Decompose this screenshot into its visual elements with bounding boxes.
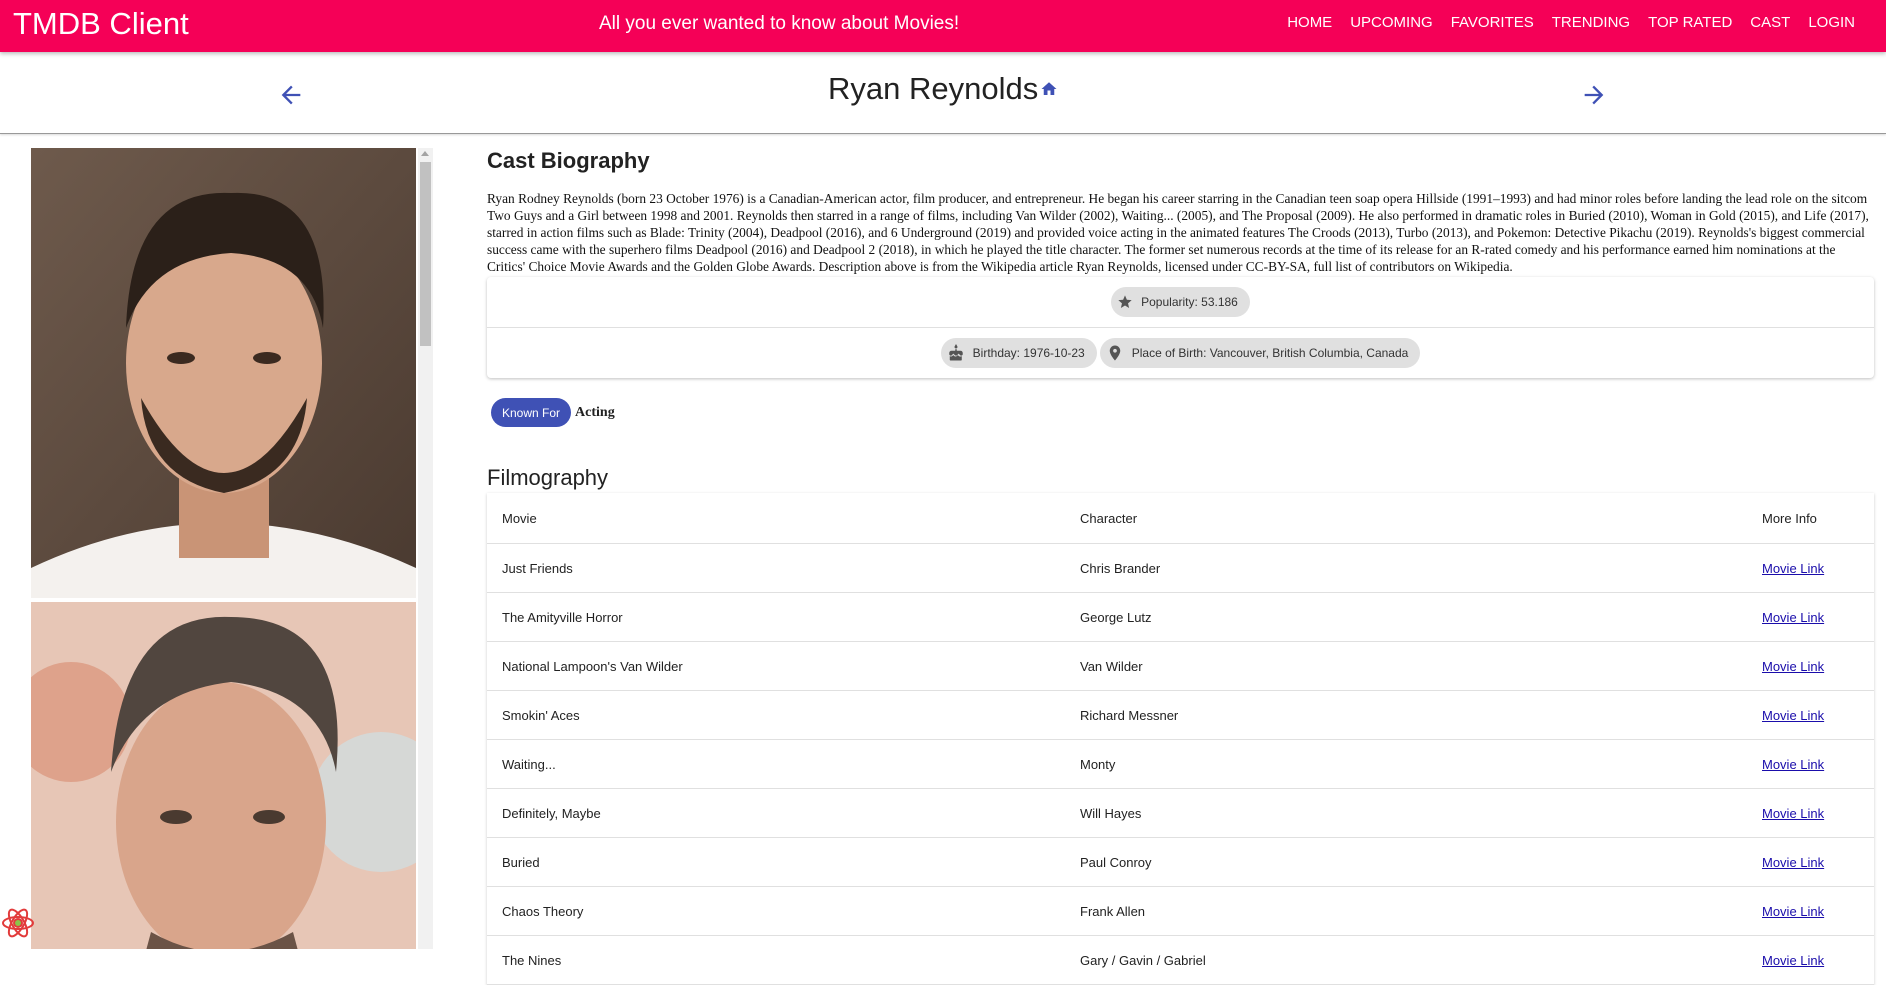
more-info-cell: Movie Link <box>1747 837 1874 887</box>
react-devtools-icon[interactable] <box>0 905 36 941</box>
nav-favorites[interactable]: Favorites <box>1442 14 1543 32</box>
character-cell: Chris Brander <box>1065 543 1747 593</box>
place-of-birth-chip: Place of Birth: Vancouver, British Colum… <box>1099 338 1421 368</box>
popularity-chip: Popularity: 53.186 <box>1111 287 1250 317</box>
character-cell: Monty <box>1065 739 1747 789</box>
character-cell: Will Hayes <box>1065 788 1747 838</box>
character-cell: Frank Allen <box>1065 886 1747 936</box>
character-cell: George Lutz <box>1065 592 1747 642</box>
table-row: Chaos Theory Frank Allen Movie Link <box>487 886 1874 936</box>
profile-photo[interactable] <box>31 148 416 598</box>
app-bar: TMDB Client All you ever wanted to know … <box>0 0 1886 52</box>
column-header-character: Character <box>1065 493 1747 544</box>
character-cell: Richard Messner <box>1065 690 1747 740</box>
filmography-table: Movie Character More Info Just Friends C… <box>487 493 1874 985</box>
movie-link[interactable]: Movie Link <box>1762 904 1824 919</box>
table-row: The Nines Gary / Gavin / Gabriel Movie L… <box>487 935 1874 985</box>
photo-scrollbar[interactable] <box>418 148 433 949</box>
movie-link[interactable]: Movie Link <box>1762 953 1824 968</box>
page-title: Ryan Reynolds <box>828 71 1039 106</box>
nav-login[interactable]: Login <box>1799 14 1864 32</box>
character-cell: Paul Conroy <box>1065 837 1747 887</box>
movie-cell: Waiting... <box>487 739 1065 789</box>
app-tagline: All you ever wanted to know about Movies… <box>599 13 960 34</box>
movie-cell: National Lampoon's Van Wilder <box>487 641 1065 691</box>
column-header-more-info: More Info <box>1747 493 1874 544</box>
character-cell: Van Wilder <box>1065 641 1747 691</box>
character-cell: Gary / Gavin / Gabriel <box>1065 935 1747 985</box>
more-info-cell: Movie Link <box>1747 641 1874 691</box>
movie-cell: The Nines <box>487 935 1065 985</box>
movie-link[interactable]: Movie Link <box>1762 659 1824 674</box>
nav-cast[interactable]: Cast <box>1741 14 1799 32</box>
movie-cell: Chaos Theory <box>487 886 1065 936</box>
birthday-chip: Birthday: 1976-10-23 <box>940 338 1097 368</box>
scrollbar-thumb[interactable] <box>420 162 431 346</box>
table-row: Waiting... Monty Movie Link <box>487 739 1874 789</box>
movie-link[interactable]: Movie Link <box>1762 561 1824 576</box>
nav-trending[interactable]: Trending <box>1543 14 1639 32</box>
nav-top-rated[interactable]: Top Rated <box>1639 14 1741 32</box>
birth-info-row: Birthday: 1976-10-23 Place of Birth: Van… <box>487 327 1874 378</box>
known-for-chip: Known For <box>491 398 572 427</box>
movie-cell: Smokin' Aces <box>487 690 1065 740</box>
home-icon[interactable] <box>1040 80 1058 98</box>
profile-photo[interactable] <box>31 602 416 949</box>
app-brand[interactable]: TMDB Client <box>13 6 189 42</box>
table-row: National Lampoon's Van Wilder Van Wilder… <box>487 641 1874 691</box>
movie-cell: Buried <box>487 837 1065 887</box>
known-for-value: Acting <box>575 404 615 420</box>
popularity-text: Popularity: 53.186 <box>1141 295 1238 309</box>
biography-text: Ryan Rodney Reynolds (born 23 October 19… <box>487 191 1869 274</box>
place-of-birth-text: Place of Birth: Vancouver, British Colum… <box>1131 346 1409 360</box>
cake-icon <box>948 344 963 361</box>
profile-image-list <box>31 148 416 949</box>
table-row: Definitely, Maybe Will Hayes Movie Link <box>487 788 1874 838</box>
main-nav: Home Upcoming Favorites Trending Top Rat… <box>1278 14 1864 32</box>
table-row: Smokin' Aces Richard Messner Movie Link <box>487 690 1874 740</box>
more-info-cell: Movie Link <box>1747 739 1874 789</box>
more-info-cell: Movie Link <box>1747 543 1874 593</box>
cast-details: Cast Biography Ryan Rodney Reynolds (bor… <box>487 148 1874 985</box>
birthday-text: Birthday: 1976-10-23 <box>972 346 1085 360</box>
nav-upcoming[interactable]: Upcoming <box>1341 14 1442 32</box>
table-header-row: Movie Character More Info <box>487 493 1874 544</box>
filmography-heading: Filmography <box>487 465 609 490</box>
details-panel: Popularity: 53.186 Birthday: 1976-10-23 … <box>487 277 1874 378</box>
arrow-left-icon[interactable] <box>277 81 305 109</box>
biography-heading: Cast Biography <box>487 148 650 173</box>
movie-cell: The Amityville Horror <box>487 592 1065 642</box>
popularity-row: Popularity: 53.186 <box>487 277 1874 327</box>
movie-link[interactable]: Movie Link <box>1762 708 1824 723</box>
movie-link[interactable]: Movie Link <box>1762 855 1824 870</box>
movie-link[interactable]: Movie Link <box>1762 806 1824 821</box>
column-header-movie: Movie <box>487 493 1065 544</box>
nav-home[interactable]: Home <box>1278 14 1341 32</box>
movie-link[interactable]: Movie Link <box>1762 610 1824 625</box>
star-icon <box>1118 295 1132 308</box>
more-info-cell: Movie Link <box>1747 690 1874 740</box>
table-row: Just Friends Chris Brander Movie Link <box>487 543 1874 593</box>
table-row: The Amityville Horror George Lutz Movie … <box>487 592 1874 642</box>
more-info-cell: Movie Link <box>1747 788 1874 838</box>
more-info-cell: Movie Link <box>1747 886 1874 936</box>
location-pin-icon <box>1109 345 1120 361</box>
movie-cell: Just Friends <box>487 543 1065 593</box>
arrow-right-icon[interactable] <box>1580 81 1608 109</box>
movie-link[interactable]: Movie Link <box>1762 757 1824 772</box>
page-header: Ryan Reynolds <box>0 53 1886 134</box>
table-row: Buried Paul Conroy Movie Link <box>487 837 1874 887</box>
movie-cell: Definitely, Maybe <box>487 788 1065 838</box>
more-info-cell: Movie Link <box>1747 935 1874 985</box>
more-info-cell: Movie Link <box>1747 592 1874 642</box>
scroll-up-icon[interactable] <box>421 151 429 156</box>
known-for-row: Known For Acting <box>487 398 1874 427</box>
